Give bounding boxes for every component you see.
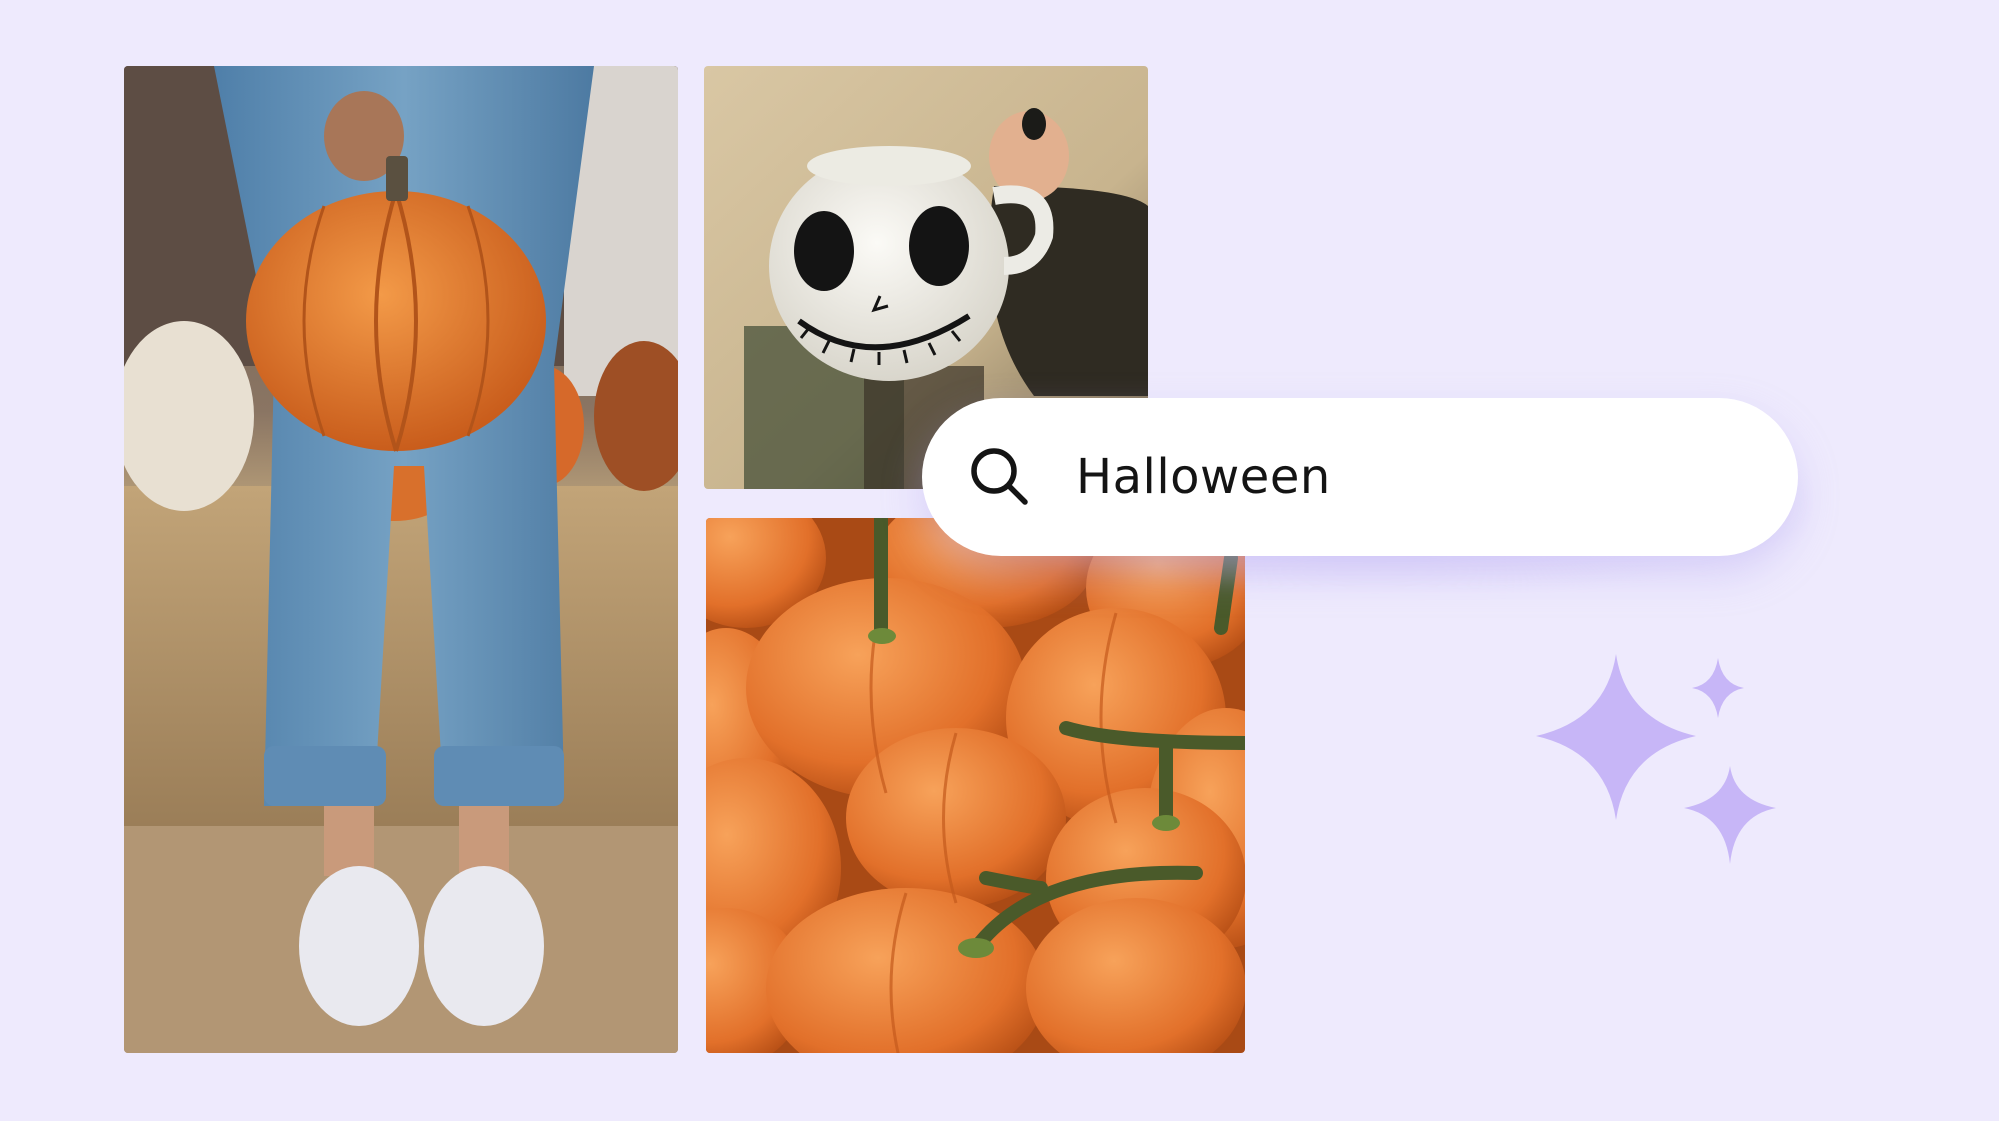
canvas: Halloween: [0, 0, 1999, 1121]
photo-pile-of-pumpkins[interactable]: [706, 518, 1245, 1053]
search-input[interactable]: Halloween: [1076, 449, 1331, 505]
search-bar[interactable]: Halloween: [922, 398, 1798, 556]
search-icon[interactable]: [968, 445, 1032, 509]
sparkles-icon: [1526, 650, 1782, 870]
photo-person-holding-pumpkin[interactable]: [124, 66, 678, 1053]
